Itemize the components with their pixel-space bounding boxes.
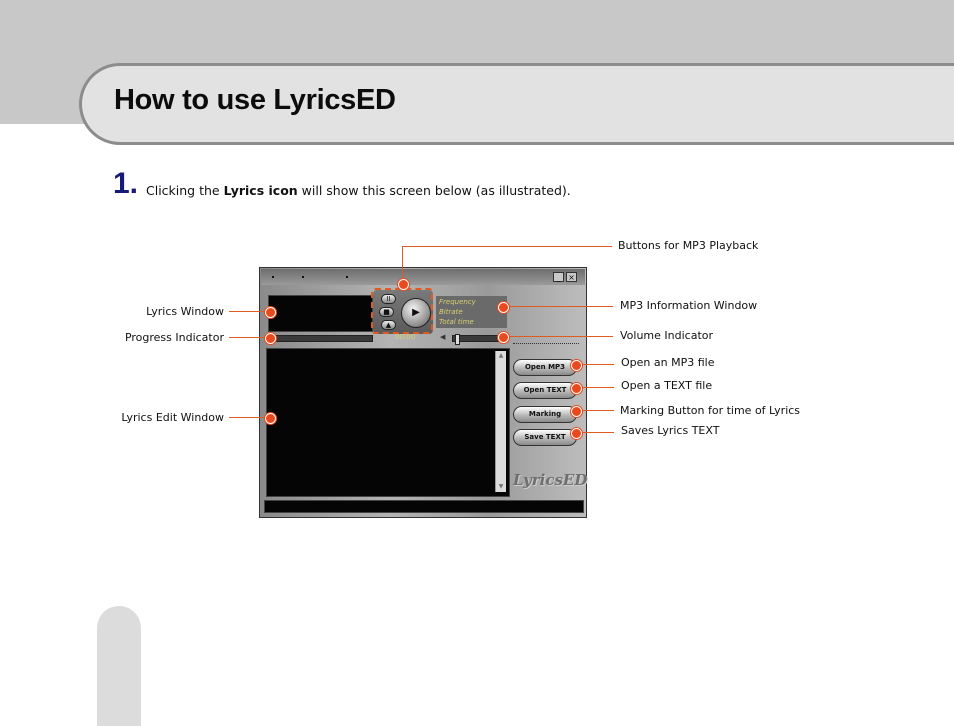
label-playback: Buttons for MP3 Playback	[618, 239, 759, 252]
open-mp3-button[interactable]: Open MP3	[513, 359, 577, 376]
callout-line	[578, 387, 614, 388]
playback-highlight	[371, 288, 433, 334]
callout-line	[505, 306, 613, 307]
step-text-after: will show this screen below (as illustra…	[297, 183, 571, 198]
label-marking: Marking Button for time of Lyrics	[620, 404, 801, 417]
callout-line	[229, 417, 269, 418]
callout-line	[402, 246, 403, 283]
info-total-time: Total time	[439, 318, 474, 326]
label-info-window: MP3 Information Window	[620, 299, 758, 312]
titlebar-dot	[346, 276, 348, 278]
callout-line	[402, 246, 612, 247]
label-open-mp3: Open an MP3 file	[621, 356, 715, 369]
info-bitrate: Bitrate	[439, 308, 463, 316]
callout-line	[578, 364, 614, 365]
callout-dot	[571, 360, 582, 371]
callout-dot	[571, 428, 582, 439]
step-number: 1.	[113, 167, 139, 200]
label-open-text: Open a TEXT file	[621, 379, 713, 392]
titlebar-dot	[272, 276, 274, 278]
titlebar-dot	[302, 276, 304, 278]
info-frequency: Frequency	[439, 298, 476, 306]
callout-dot	[498, 332, 509, 343]
volume-knob[interactable]	[455, 334, 460, 345]
callout-dot	[265, 333, 276, 344]
volume-slider[interactable]	[452, 334, 504, 345]
close-button[interactable]: ×	[566, 272, 577, 282]
label-lyrics-window: Lyrics Window	[146, 305, 224, 318]
label-volume: Volume Indicator	[620, 329, 714, 342]
marking-button[interactable]: Marking	[513, 406, 577, 423]
step-text-before: Clicking the	[146, 183, 224, 198]
page-title: How to use LyricsED	[114, 84, 396, 116]
label-progress: Progress Indicator	[124, 331, 224, 344]
callout-dot	[398, 279, 409, 290]
callout-line	[505, 336, 613, 337]
lyrics-edit-window[interactable]	[266, 348, 510, 497]
callout-line	[229, 311, 269, 312]
open-text-button[interactable]: Open TEXT	[513, 382, 577, 399]
lyricsed-logo: LyricsED	[513, 471, 588, 489]
speaker-icon: ◀	[440, 333, 446, 341]
callout-line	[229, 337, 269, 338]
label-edit-window: Lyrics Edit Window	[121, 411, 224, 424]
callout-dot	[498, 302, 509, 313]
mp3-info-window: Frequency Bitrate Total time	[436, 296, 507, 328]
scroll-down-icon[interactable]: ▼	[496, 483, 506, 491]
callout-dot	[571, 406, 582, 417]
step-text: Clicking the Lyrics icon will show this …	[146, 183, 571, 198]
callout-line	[578, 410, 614, 411]
edit-scrollbar[interactable]: ▲ ▼	[495, 351, 506, 492]
step-text-bold: Lyrics icon	[223, 183, 298, 198]
progress-bar[interactable]	[268, 335, 373, 342]
callout-line	[578, 432, 614, 433]
callout-dot	[265, 413, 276, 424]
callout-dot	[571, 383, 582, 394]
time-display: 00:00	[395, 333, 416, 341]
divider	[513, 343, 579, 344]
save-text-button[interactable]: Save TEXT	[513, 429, 577, 446]
label-save-text: Saves Lyrics TEXT	[621, 424, 720, 437]
status-bar	[264, 500, 584, 513]
minimize-button[interactable]: _	[553, 272, 564, 282]
callout-dot	[265, 307, 276, 318]
app-titlebar: _ ×	[261, 269, 585, 285]
scroll-up-icon[interactable]: ▲	[496, 352, 506, 360]
page-tab	[97, 606, 141, 726]
lyrics-window	[268, 295, 373, 332]
